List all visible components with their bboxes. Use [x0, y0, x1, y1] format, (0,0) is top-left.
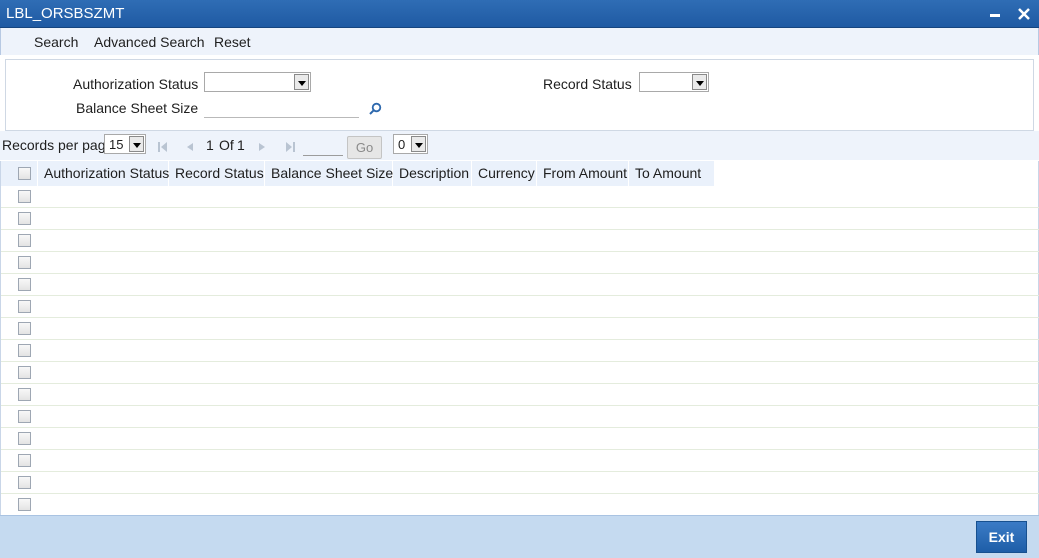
first-page-icon[interactable]: [157, 140, 169, 156]
advanced-search-menu-item[interactable]: Advanced Search: [94, 34, 205, 50]
go-button[interactable]: Go: [347, 136, 382, 159]
row-checkbox[interactable]: [18, 190, 31, 203]
close-icon[interactable]: [1014, 4, 1034, 24]
window-title-bar: LBL_ORSBSZMT: [0, 0, 1039, 28]
row-checkbox[interactable]: [18, 300, 31, 313]
row-checkbox[interactable]: [18, 366, 31, 379]
footer-bar: Exit: [0, 515, 1039, 558]
row-checkbox[interactable]: [18, 388, 31, 401]
minimize-icon[interactable]: [985, 4, 1005, 24]
grid-header: Authorization Status Record Status Balan…: [1, 161, 1039, 186]
table-row[interactable]: [1, 208, 1039, 230]
authorization-status-label: Authorization Status: [73, 76, 199, 92]
row-checkbox[interactable]: [18, 410, 31, 423]
row-checkbox[interactable]: [18, 476, 31, 489]
page-jump-select[interactable]: 0: [393, 134, 428, 154]
table-row[interactable]: [1, 340, 1039, 362]
table-row[interactable]: [1, 472, 1039, 494]
results-grid: Authorization Status Record Status Balan…: [0, 161, 1039, 516]
window-title: LBL_ORSBSZMT: [6, 5, 125, 22]
authorization-status-select[interactable]: [204, 72, 311, 92]
row-checkbox[interactable]: [18, 278, 31, 291]
row-checkbox[interactable]: [18, 432, 31, 445]
record-status-label: Record Status: [543, 76, 632, 92]
chevron-down-icon: [692, 74, 707, 90]
column-header[interactable]: Balance Sheet Size: [265, 161, 393, 186]
row-checkbox[interactable]: [18, 344, 31, 357]
row-checkbox[interactable]: [18, 322, 31, 335]
menu-bar: Search Advanced Search Reset: [0, 28, 1039, 55]
reset-menu-item[interactable]: Reset: [214, 34, 251, 50]
chevron-down-icon: [411, 136, 426, 152]
table-row[interactable]: [1, 406, 1039, 428]
table-row[interactable]: [1, 252, 1039, 274]
current-page: 1: [206, 137, 214, 153]
table-row[interactable]: [1, 186, 1039, 208]
search-menu-item[interactable]: Search: [34, 34, 78, 50]
row-checkbox[interactable]: [18, 234, 31, 247]
table-row[interactable]: [1, 274, 1039, 296]
record-status-select[interactable]: [639, 72, 709, 92]
chevron-down-icon: [129, 136, 144, 152]
search-icon[interactable]: [368, 102, 382, 119]
column-header[interactable]: Currency: [472, 161, 537, 186]
last-page-icon[interactable]: [284, 140, 296, 156]
table-row[interactable]: [1, 318, 1039, 340]
table-row[interactable]: [1, 428, 1039, 450]
exit-button[interactable]: Exit: [976, 521, 1027, 553]
row-checkbox[interactable]: [18, 498, 31, 511]
balance-sheet-size-input[interactable]: [204, 98, 359, 118]
total-pages: 1: [237, 137, 245, 153]
row-checkbox[interactable]: [18, 256, 31, 269]
next-page-icon[interactable]: [257, 140, 267, 156]
row-checkbox[interactable]: [18, 212, 31, 225]
records-per-page-select[interactable]: 15: [104, 134, 146, 154]
column-header[interactable]: Authorization Status: [38, 161, 169, 186]
pagination-bar: Records per page 15 1 Of 1 0: [0, 131, 1039, 160]
column-header[interactable]: Description: [393, 161, 472, 186]
records-per-page-label: Records per page: [2, 137, 114, 153]
previous-page-icon[interactable]: [185, 140, 195, 156]
table-row[interactable]: [1, 384, 1039, 406]
table-row[interactable]: [1, 494, 1039, 516]
row-checkbox[interactable]: [18, 454, 31, 467]
table-row[interactable]: [1, 230, 1039, 252]
column-header[interactable]: From Amount: [537, 161, 629, 186]
select-all-cell: [1, 161, 38, 186]
of-label: Of: [219, 137, 234, 153]
page-number-input[interactable]: [303, 136, 343, 156]
search-criteria-panel: Authorization Status Record Status Balan…: [5, 59, 1034, 131]
select-all-checkbox[interactable]: [18, 167, 31, 180]
chevron-down-icon: [294, 74, 309, 90]
table-row[interactable]: [1, 296, 1039, 318]
column-header[interactable]: To Amount: [629, 161, 715, 186]
table-row[interactable]: [1, 450, 1039, 472]
column-header[interactable]: Record Status: [169, 161, 265, 186]
balance-sheet-size-label: Balance Sheet Size: [76, 100, 199, 116]
table-row[interactable]: [1, 362, 1039, 384]
